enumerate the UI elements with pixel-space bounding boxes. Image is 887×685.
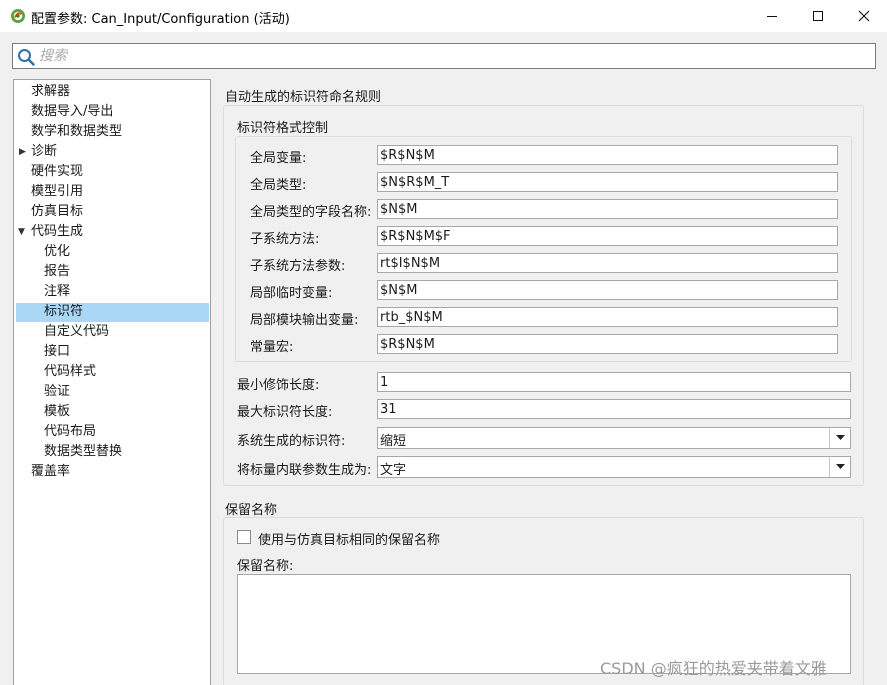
global-variables-label: 全局变量: [250, 151, 307, 166]
collapsed-arrow-icon[interactable]: ▶ [19, 143, 29, 161]
inline-scalar-params-value: 文字 [380, 463, 407, 478]
minimize-button[interactable] [749, 0, 795, 32]
min-mangle-length-label: 最小修饰长度: [237, 378, 320, 393]
reserved-names-title: 保留名称 [225, 503, 278, 518]
system-generated-identifiers-dropdown[interactable]: 缩短 [377, 427, 851, 449]
global-types-field[interactable] [377, 172, 838, 192]
constant-macros-field[interactable] [377, 334, 838, 354]
search-box[interactable] [12, 43, 876, 69]
maximize-button[interactable] [795, 0, 841, 32]
tree-item-comments[interactable]: 注释 [44, 283, 70, 301]
dropdown-arrow-button[interactable] [829, 457, 850, 477]
tree-item-report[interactable]: 报告 [44, 263, 70, 281]
tree-item-solver[interactable]: 求解器 [31, 83, 70, 101]
same-reserved-names-checkbox[interactable] [237, 530, 251, 544]
chevron-down-icon [835, 464, 845, 469]
subsystem-methods-field[interactable] [377, 226, 838, 246]
maximize-icon [813, 11, 823, 21]
tree-item-code-generation[interactable]: 代码生成 [31, 223, 83, 241]
dropdown-arrow-button[interactable] [829, 428, 850, 448]
subsystem-method-args-field[interactable] [377, 253, 838, 273]
tree-item-templates[interactable]: 模板 [44, 403, 70, 421]
local-temp-variables-label: 局部临时变量: [250, 286, 333, 301]
identifier-rules-title: 自动生成的标识符命名规则 [225, 90, 382, 105]
min-mangle-length-field[interactable] [377, 372, 851, 392]
format-control-group [235, 136, 852, 362]
format-control-title: 标识符格式控制 [237, 121, 329, 136]
inline-scalar-params-label: 将标量内联参数生成为: [237, 463, 372, 478]
max-identifier-length-field[interactable] [377, 399, 851, 419]
tree-item-hardware-implementation[interactable]: 硬件实现 [31, 163, 83, 181]
system-generated-identifiers-value: 缩短 [380, 434, 407, 449]
tree-item-optimization[interactable]: 优化 [44, 243, 70, 261]
local-temp-variables-field[interactable] [377, 280, 838, 300]
tree-item-custom-code[interactable]: 自定义代码 [44, 323, 109, 341]
watermark-text: CSDN @疯狂的热爱夹带着文雅 [600, 659, 827, 678]
search-icon [18, 49, 35, 66]
tree-item-simulation-target[interactable]: 仿真目标 [31, 203, 83, 221]
close-icon [858, 10, 870, 22]
field-name-global-types-label: 全局类型的字段名称: [250, 205, 372, 220]
tree-item-identifiers-selected[interactable]: 标识符 [16, 303, 209, 322]
expanded-arrow-icon[interactable]: ▼ [18, 223, 28, 241]
tree-item-verification[interactable]: 验证 [44, 383, 70, 401]
subsystem-method-args-label: 子系统方法参数: [250, 259, 346, 274]
tree-item-coverage[interactable]: 覆盖率 [31, 463, 70, 481]
same-reserved-names-label[interactable]: 使用与仿真目标相同的保留名称 [258, 529, 440, 548]
system-generated-identifiers-label: 系统生成的标识符: [237, 434, 346, 449]
tree-item-math-data-types[interactable]: 数学和数据类型 [31, 123, 122, 141]
subsystem-methods-label: 子系统方法: [250, 232, 320, 247]
inline-scalar-params-dropdown[interactable]: 文字 [377, 456, 851, 478]
tree-item-diagnostics[interactable]: 诊断 [31, 143, 57, 161]
settings-panel: 自动生成的标识符命名规则 标识符格式控制 全局变量: 全局类型: 全局类型的字段… [215, 79, 887, 685]
max-identifier-length-label: 最大标识符长度: [237, 405, 333, 420]
tree-item-data-import-export[interactable]: 数据导入/导出 [31, 103, 113, 121]
simulink-logo-icon [11, 9, 25, 23]
tree-item-code-style[interactable]: 代码样式 [44, 363, 96, 381]
global-variables-field[interactable] [377, 145, 838, 165]
local-block-output-label: 局部模块输出变量: [250, 313, 359, 328]
field-name-global-types-field[interactable] [377, 199, 838, 219]
minimize-icon [767, 16, 777, 17]
tree-item-model-referencing[interactable]: 模型引用 [31, 183, 83, 201]
local-block-output-field[interactable] [377, 307, 838, 327]
reserved-names-field-label: 保留名称: [237, 559, 294, 574]
close-button[interactable] [841, 0, 887, 32]
tree-item-identifiers-label: 标识符 [44, 304, 84, 319]
chevron-down-icon [835, 435, 845, 440]
title-bar: 配置参数: Can_Input/Configuration (活动) [0, 0, 887, 32]
search-input[interactable] [39, 47, 859, 65]
tree-item-data-type-replacement[interactable]: 数据类型替换 [44, 443, 122, 461]
global-types-label: 全局类型: [250, 178, 307, 193]
constant-macros-label: 常量宏: [250, 340, 294, 355]
window-title: 配置参数: Can_Input/Configuration (活动) [31, 12, 290, 27]
tree-item-interface[interactable]: 接口 [44, 343, 70, 361]
category-tree: 求解器 数据导入/导出 数学和数据类型 ▶ 诊断 硬件实现 模型引用 仿真目标 … [13, 79, 211, 685]
tree-item-code-placement[interactable]: 代码布局 [44, 423, 96, 441]
